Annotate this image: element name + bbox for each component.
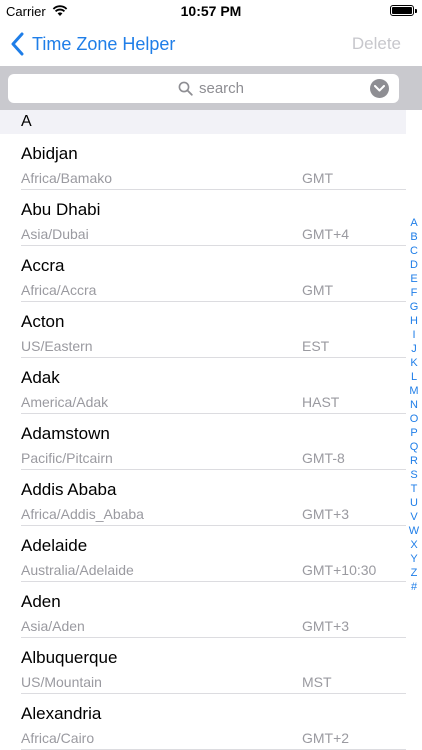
back-button[interactable]: Time Zone Helper [10,31,175,57]
index-letter[interactable]: D [410,258,418,272]
battery-icon [390,5,417,16]
index-letter[interactable]: H [410,314,418,328]
time-zone-id: America/Adak [21,394,109,410]
index-letter[interactable]: F [411,286,418,300]
gmt-offset: GMT [302,170,334,186]
city-name: Abu Dhabi [21,200,101,219]
gmt-offset: MST [302,674,332,690]
index-letter[interactable]: I [412,328,415,342]
search-input[interactable]: search [8,74,399,103]
index-letter[interactable]: X [410,538,417,552]
list-item[interactable]: Acton US/Eastern EST [21,302,406,358]
status-time: 10:57 PM [180,3,242,19]
city-name: Accra [21,256,65,275]
list-item[interactable]: Abu Dhabi Asia/Dubai GMT+4 [21,190,406,246]
gmt-offset: GMT+2 [302,730,350,746]
index-letter[interactable]: # [411,580,417,594]
list-item[interactable]: Adelaide Australia/Adelaide GMT+10:30 [21,526,406,582]
index-letter[interactable]: P [410,426,417,440]
list-item[interactable]: Adak America/Adak HAST [21,358,406,414]
list-item[interactable]: Addis Ababa Africa/Addis_Ababa GMT+3 [21,470,406,526]
time-zone-id: Asia/Aden [21,618,85,634]
index-letter[interactable]: Q [410,440,419,454]
index-letter[interactable]: T [411,482,418,496]
time-zone-list: A Abidjan Africa/Bamako GMT Abu Dhabi As… [0,110,406,750]
search-placeholder: search [199,80,245,97]
gmt-offset: GMT-8 [302,450,345,466]
index-letter[interactable]: N [410,398,418,412]
city-name: Alexandria [21,704,102,723]
index-letter[interactable]: Y [410,552,417,566]
index-letter[interactable]: U [410,496,418,510]
time-zone-id: Asia/Dubai [21,226,89,242]
list-item[interactable]: Adamstown Pacific/Pitcairn GMT-8 [21,414,406,470]
time-zone-id: Africa/Accra [21,282,97,298]
time-zone-id: Africa/Addis_Ababa [21,506,144,522]
city-name: Adamstown [21,424,110,443]
index-letter[interactable]: O [410,412,419,426]
index-letter[interactable]: K [410,356,417,370]
search-icon [178,81,193,96]
city-name: Albuquerque [21,648,118,667]
gmt-offset: GMT+10:30 [302,562,377,578]
gmt-offset: EST [302,338,330,354]
city-name: Abidjan [21,144,78,163]
time-zone-id: Africa/Cairo [21,730,95,746]
index-letter[interactable]: M [409,384,418,398]
delete-button[interactable]: Delete [352,34,401,54]
city-name: Adak [21,368,60,387]
chevron-left-icon [11,32,24,56]
city-name: Acton [21,312,65,331]
list-item[interactable]: Aden Asia/Aden GMT+3 [21,582,406,638]
time-zone-id: Pacific/Pitcairn [21,450,113,466]
time-zone-id: Africa/Bamako [21,170,113,186]
city-name: Addis Ababa [21,480,117,499]
index-letter[interactable]: Z [411,566,418,580]
index-letter[interactable]: E [410,272,417,286]
index-letter[interactable]: G [410,300,419,314]
chevron-down-icon [374,85,385,92]
back-button-label: Time Zone Helper [32,33,176,54]
index-letter[interactable]: A [410,216,417,230]
index-letter[interactable]: J [411,342,417,356]
gmt-offset: GMT+3 [302,618,350,634]
city-name: Adelaide [21,536,88,555]
section-header: A [0,110,406,134]
dropdown-button[interactable] [370,79,389,98]
list-item[interactable]: Accra Africa/Accra GMT [21,246,406,302]
time-zone-id: US/Mountain [21,674,102,690]
city-name: Aden [21,592,61,611]
time-zone-id: US/Eastern [21,338,93,354]
navigation-bar: Time Zone Helper Delete [0,22,422,66]
list-item[interactable]: Albuquerque US/Mountain MST [21,638,406,694]
list-item[interactable]: Abidjan Africa/Bamako GMT [21,134,406,190]
battery-fill [392,7,412,14]
section-index[interactable]: A B C D E F G H I J K L M N O P Q R S T … [406,216,422,594]
search-bar: search [0,66,422,110]
status-bar: Carrier 10:57 PM [0,0,422,22]
index-letter[interactable]: L [411,370,417,384]
index-letter[interactable]: V [410,510,417,524]
index-letter[interactable]: W [409,524,419,538]
gmt-offset: GMT+3 [302,506,350,522]
gmt-offset: HAST [302,394,340,410]
gmt-offset: GMT [302,282,334,298]
index-letter[interactable]: S [410,468,417,482]
list-item[interactable]: Alexandria Africa/Cairo GMT+2 [21,694,406,750]
index-letter[interactable]: C [410,244,418,258]
index-letter[interactable]: B [410,230,417,244]
gmt-offset: GMT+4 [302,226,350,242]
battery-nub [415,9,417,13]
index-letter[interactable]: R [410,454,418,468]
time-zone-id: Australia/Adelaide [21,562,134,578]
